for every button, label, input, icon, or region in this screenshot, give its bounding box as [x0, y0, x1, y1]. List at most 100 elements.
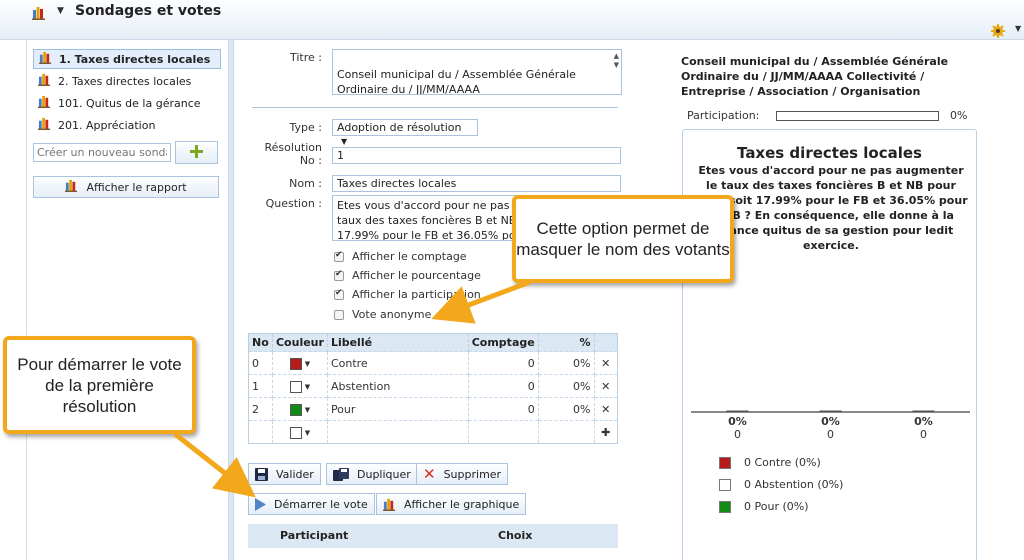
chart-bar-abstention: [819, 410, 842, 412]
chevron-down-icon[interactable]: ▼: [305, 406, 310, 414]
page-title: Sondages et votes: [75, 3, 222, 19]
legend-item: 0 Abstention (0%): [719, 478, 843, 491]
sidebar: 1. Taxes directes locales 2. Taxes direc…: [27, 40, 227, 560]
poll-form: Titre : Conseil municipal du / Assemblée…: [234, 40, 634, 560]
grid-row[interactable]: 2 ▼ Pour 0 0% ✕: [248, 397, 618, 421]
new-row-no: [248, 420, 273, 444]
color-swatch[interactable]: [289, 426, 302, 439]
start-vote-button[interactable]: Démarrer le vote: [248, 493, 375, 515]
row-label[interactable]: Contre: [327, 351, 469, 375]
dupliquer-label: Dupliquer: [357, 467, 411, 481]
grid-header-no[interactable]: No: [248, 333, 273, 352]
nom-label: Nom :: [289, 177, 322, 190]
bar-chart-books-icon[interactable]: [32, 6, 46, 23]
resolution-label-line1: Résolution: [264, 141, 322, 154]
participation-percent: 0%: [950, 109, 968, 122]
chart-count-label: 0: [920, 428, 927, 441]
new-poll-input[interactable]: [33, 143, 171, 162]
chevron-down-icon[interactable]: ▼: [305, 383, 310, 391]
dupliquer-button[interactable]: Dupliquer: [326, 463, 418, 485]
app-menu-caret-icon[interactable]: ▼: [57, 6, 64, 16]
grid-new-row[interactable]: ▼ ✚: [248, 420, 618, 444]
nom-input[interactable]: Taxes directes locales: [332, 175, 621, 192]
checkbox-checked-icon[interactable]: [334, 288, 344, 300]
grid-header-comptage[interactable]: Comptage: [468, 333, 539, 352]
settings-caret-icon[interactable]: ▼: [1015, 24, 1021, 33]
supprimer-button[interactable]: ✕ Supprimer: [416, 463, 509, 485]
checkbox-vote-anonyme[interactable]: Vote anonyme: [334, 308, 431, 321]
sidebar-item-poll-1[interactable]: 1. Taxes directes locales: [33, 49, 221, 69]
type-label: Type :: [289, 121, 322, 134]
votes-table-header: Participant Choix: [248, 524, 618, 548]
grid-header-libelle[interactable]: Libellé: [327, 333, 469, 352]
chevron-down-icon[interactable]: ▼: [305, 360, 310, 368]
titre-label: Titre :: [289, 51, 322, 64]
legend-swatch: [719, 456, 731, 469]
duplicate-icon: [333, 467, 349, 481]
row-no: 0: [248, 351, 273, 375]
show-report-button[interactable]: Afficher le rapport: [33, 176, 219, 198]
chart-percent-label: 0%: [728, 415, 747, 428]
row-percent: 0%: [538, 351, 595, 375]
callout-anonymous-vote: Cette option permet de masquer le nom de…: [512, 195, 734, 283]
grid-row[interactable]: 0 ▼ Contre 0 0% ✕: [248, 351, 618, 375]
grid-row[interactable]: 1 ▼ Abstention 0 0% ✕: [248, 374, 618, 398]
form-divider: [252, 107, 618, 108]
delete-row-icon[interactable]: ✕: [594, 397, 618, 421]
color-swatch[interactable]: [289, 357, 302, 370]
participation-label: Participation:: [687, 109, 760, 122]
new-row-color-picker[interactable]: ▼: [272, 420, 328, 444]
new-row-label[interactable]: [327, 420, 469, 444]
show-chart-button[interactable]: Afficher le graphique: [376, 493, 527, 515]
gear-icon[interactable]: [991, 24, 1005, 41]
supprimer-label: Supprimer: [443, 467, 502, 481]
results-title: Conseil municipal du / Assemblée Général…: [681, 55, 949, 98]
chevron-down-icon[interactable]: ▼: [305, 429, 310, 437]
sidebar-item-label: 101. Quitus de la gérance: [58, 96, 201, 110]
delete-row-icon[interactable]: ✕: [594, 374, 618, 398]
checkbox-label: Afficher la participation: [352, 288, 481, 301]
chart-bar-pour: [912, 410, 935, 412]
type-select[interactable]: Adoption de résolution ▼: [332, 119, 478, 146]
row-color-picker[interactable]: ▼: [272, 397, 328, 421]
checkbox-checked-icon[interactable]: [334, 250, 344, 262]
titre-textarea[interactable]: Conseil municipal du / Assemblée Général…: [332, 49, 622, 95]
sidebar-item-label: 2. Taxes directes locales: [58, 74, 192, 88]
sidebar-item-poll-201[interactable]: 201. Appréciation: [33, 115, 221, 135]
row-label[interactable]: Abstention: [327, 374, 469, 398]
checkbox-afficher-participation[interactable]: Afficher la participation: [334, 288, 481, 301]
checkbox-unchecked-icon[interactable]: [334, 309, 344, 320]
resolution-label: Résolution No :: [234, 141, 322, 167]
color-swatch[interactable]: [289, 380, 302, 393]
checkbox-afficher-pourcentage[interactable]: Afficher le pourcentage: [334, 269, 481, 282]
sidebar-item-label: 201. Appréciation: [58, 118, 156, 132]
grid-header-couleur[interactable]: Couleur: [272, 333, 328, 352]
resolution-number-input[interactable]: 1: [332, 147, 621, 164]
new-row-count: [468, 420, 539, 444]
choix-header[interactable]: Choix: [498, 529, 532, 542]
checkbox-label: Afficher le pourcentage: [352, 269, 481, 282]
sidebar-item-poll-101[interactable]: 101. Quitus de la gérance: [33, 93, 221, 113]
row-color-picker[interactable]: ▼: [272, 351, 328, 375]
grid-header-pct[interactable]: %: [538, 333, 595, 352]
options-grid: No Couleur Libellé Comptage % 0 ▼ Contre 0 0…: [248, 333, 618, 444]
participant-header[interactable]: Participant: [280, 529, 348, 542]
checkbox-afficher-comptage[interactable]: Afficher le comptage: [334, 250, 467, 263]
chart-count-label: 0: [827, 428, 834, 441]
add-poll-button[interactable]: [175, 141, 218, 164]
chart-count-label: 0: [734, 428, 741, 441]
delete-row-icon[interactable]: ✕: [594, 351, 618, 375]
valider-button[interactable]: Valider: [248, 463, 321, 485]
checkbox-checked-icon[interactable]: [334, 269, 344, 281]
type-value: Adoption de résolution: [337, 121, 462, 134]
report-icon: [65, 179, 78, 195]
results-panel: Conseil municipal du / Assemblée Général…: [680, 40, 980, 560]
add-row-icon[interactable]: ✚: [594, 420, 618, 444]
color-swatch[interactable]: [289, 403, 302, 416]
sidebar-item-poll-2[interactable]: 2. Taxes directes locales: [33, 71, 221, 91]
row-count: 0: [468, 397, 539, 421]
row-label[interactable]: Pour: [327, 397, 469, 421]
titre-scrollbar[interactable]: ▲ ▼: [614, 52, 619, 70]
row-color-picker[interactable]: ▼: [272, 374, 328, 398]
checkbox-label: Afficher le comptage: [352, 250, 467, 263]
